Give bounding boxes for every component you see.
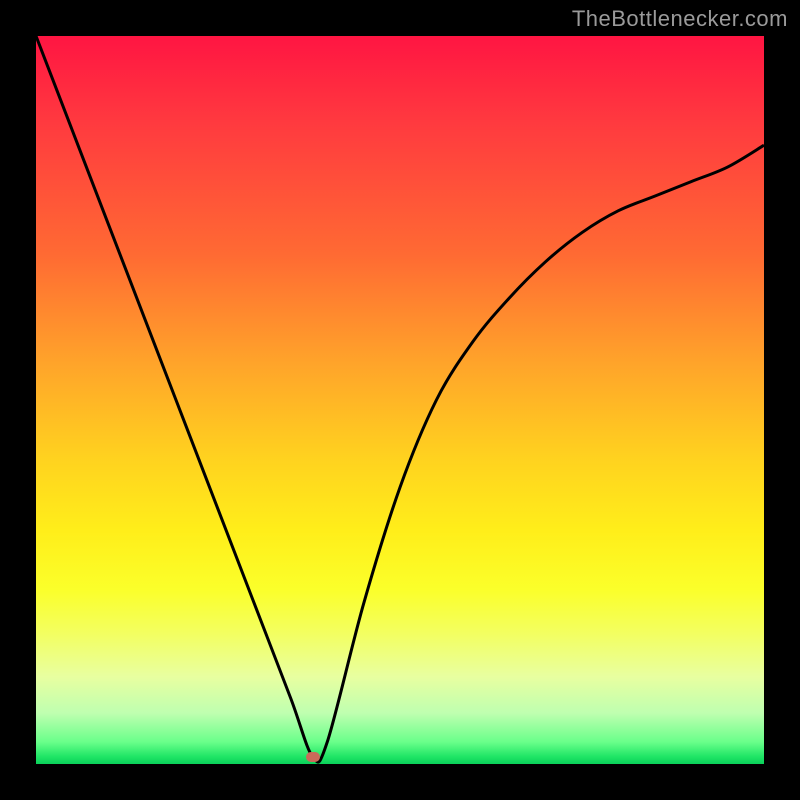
- bottleneck-curve: [36, 36, 764, 764]
- bottleneck-curve-path: [36, 36, 764, 762]
- chart-plot-area: [36, 36, 764, 764]
- attribution-text: TheBottlenecker.com: [572, 6, 788, 32]
- optimal-point-marker: [306, 752, 320, 762]
- chart-frame: TheBottlenecker.com: [0, 0, 800, 800]
